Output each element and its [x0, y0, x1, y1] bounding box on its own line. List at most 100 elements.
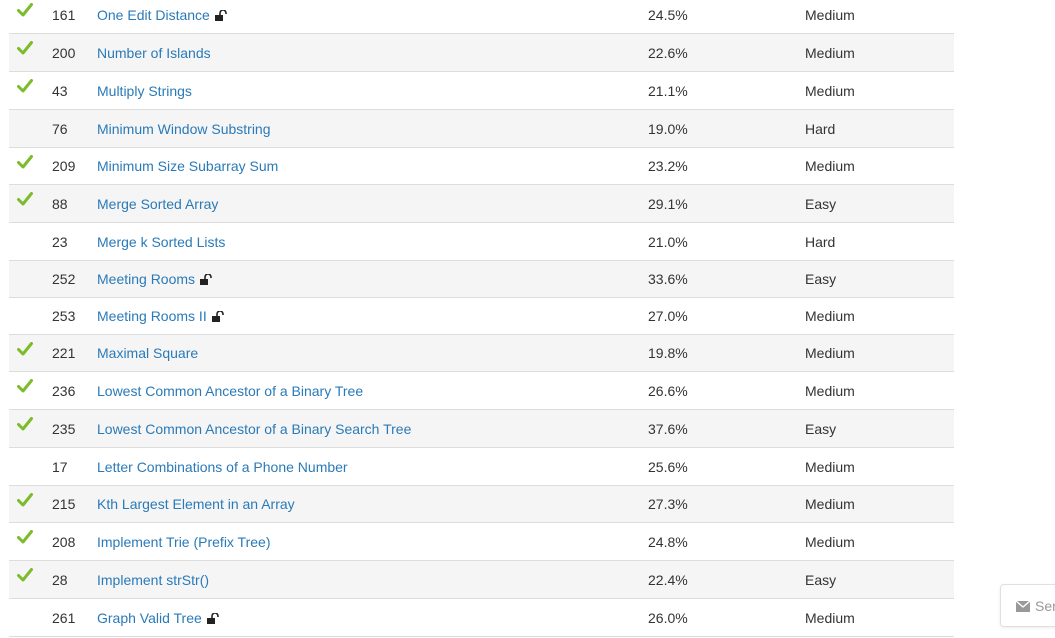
problem-title-text[interactable]: Letter Combinations of a Phone Number	[97, 459, 348, 475]
acceptance-rate: 29.1%	[648, 196, 688, 212]
problem-number: 221	[52, 345, 76, 361]
table-row: 261 Graph Valid Tree 26.0% Medium	[9, 599, 954, 637]
problem-number: 236	[52, 383, 76, 399]
problem-number: 200	[52, 45, 76, 61]
table-row: 43 Multiply Strings 21.1% Medium	[9, 72, 954, 110]
lock-icon	[214, 0, 227, 35]
problem-title-text[interactable]: One Edit Distance	[97, 7, 210, 23]
problem-title-link[interactable]: Lowest Common Ancestor of a Binary Tree	[97, 372, 363, 410]
problem-title-text[interactable]: Minimum Size Subarray Sum	[97, 158, 278, 174]
table-row: 88 Merge Sorted Array 29.1% Easy	[9, 185, 954, 223]
acceptance-rate: 22.6%	[648, 45, 688, 61]
problem-title-text[interactable]: Merge k Sorted Lists	[97, 234, 225, 250]
problem-title-text[interactable]: Meeting Rooms II	[97, 308, 207, 324]
table-row: 236 Lowest Common Ancestor of a Binary Tr…	[9, 372, 954, 410]
difficulty-label: Medium	[805, 496, 855, 512]
problem-number: 23	[52, 234, 68, 250]
problem-title-link[interactable]: Lowest Common Ancestor of a Binary Searc…	[97, 410, 411, 448]
feedback-tab[interactable]: Ser	[1000, 584, 1055, 627]
problem-title-link[interactable]: Kth Largest Element in an Array	[97, 486, 295, 523]
acceptance-rate: 19.0%	[648, 121, 688, 137]
problem-title-text[interactable]: Number of Islands	[97, 45, 211, 61]
problem-title-link[interactable]: Multiply Strings	[97, 72, 192, 110]
difficulty-label: Easy	[805, 271, 837, 287]
acceptance-rate: 27.3%	[648, 496, 688, 512]
acceptance-rate: 22.4%	[648, 572, 688, 588]
difficulty-label: Hard	[805, 234, 836, 250]
problem-title-link[interactable]: Minimum Size Subarray Sum	[97, 148, 278, 185]
table-row: 76 Minimum Window Substring 19.0% Hard	[9, 110, 954, 148]
envelope-icon	[1015, 599, 1031, 615]
acceptance-rate: 21.0%	[648, 234, 688, 250]
problem-number: 88	[52, 196, 68, 212]
difficulty-label: Easy	[805, 196, 837, 212]
lock-icon	[200, 262, 212, 299]
acceptance-rate: 24.5%	[648, 7, 688, 23]
problem-title-text[interactable]: Kth Largest Element in an Array	[97, 496, 295, 512]
problem-number: 161	[52, 7, 76, 23]
problem-title-link[interactable]: Merge k Sorted Lists	[97, 223, 225, 261]
problem-number: 235	[52, 421, 76, 437]
problem-title-text[interactable]: Lowest Common Ancestor of a Binary Tree	[97, 383, 363, 399]
problem-number: 261	[52, 610, 76, 626]
difficulty-label: Medium	[805, 308, 855, 324]
problem-title-link[interactable]: Letter Combinations of a Phone Number	[97, 448, 348, 486]
table-row: 253 Meeting Rooms II 27.0% Medium	[9, 298, 954, 335]
problem-title-link[interactable]: Maximal Square	[97, 335, 198, 372]
problem-title-text[interactable]: Meeting Rooms	[97, 271, 195, 287]
difficulty-label: Medium	[805, 459, 855, 475]
problem-number: 43	[52, 83, 68, 99]
problem-title-link[interactable]: Number of Islands	[97, 34, 211, 72]
table-row: 252 Meeting Rooms 33.6% Easy	[9, 261, 954, 298]
acceptance-rate: 24.8%	[648, 534, 688, 550]
problem-title-link[interactable]: Meeting Rooms II	[97, 298, 224, 336]
difficulty-label: Hard	[805, 121, 836, 137]
problem-title-text[interactable]: Minimum Window Substring	[97, 121, 271, 137]
problem-title-text[interactable]: Lowest Common Ancestor of a Binary Searc…	[97, 421, 411, 437]
problem-title-link[interactable]: Meeting Rooms	[97, 261, 212, 299]
lock-icon	[211, 299, 224, 336]
table-row: 161 One Edit Distance 24.5% Medium	[9, 0, 954, 34]
problem-table: 161 One Edit Distance 24.5% Medium 200 Number…	[9, 0, 954, 637]
problem-number: 28	[52, 572, 68, 588]
difficulty-label: Medium	[805, 45, 855, 61]
table-row: 221 Maximal Square 19.8% Medium	[9, 335, 954, 372]
acceptance-rate: 23.2%	[648, 158, 688, 174]
lock-icon	[206, 600, 219, 638]
problem-number: 17	[52, 459, 68, 475]
problem-title-link[interactable]: Minimum Window Substring	[97, 110, 271, 148]
problem-title-text[interactable]: Merge Sorted Array	[97, 196, 218, 212]
problem-number: 253	[52, 308, 76, 324]
table-row: 215 Kth Largest Element in an Array 27.3% M…	[9, 486, 954, 523]
table-row: 23 Merge k Sorted Lists 21.0% Hard	[9, 223, 954, 261]
difficulty-label: Easy	[805, 421, 837, 437]
acceptance-rate: 33.6%	[648, 271, 688, 287]
problem-number: 208	[52, 534, 76, 550]
problem-title-link[interactable]: Implement Trie (Prefix Tree)	[97, 523, 271, 561]
acceptance-rate: 26.6%	[648, 383, 688, 399]
problem-title-text[interactable]: Maximal Square	[97, 345, 198, 361]
acceptance-rate: 25.6%	[648, 459, 688, 475]
difficulty-label: Medium	[805, 158, 855, 174]
problem-title-link[interactable]: Graph Valid Tree	[97, 599, 219, 638]
problem-title-link[interactable]: Implement strStr()	[97, 561, 209, 599]
problem-number: 209	[52, 158, 76, 174]
problem-number: 215	[52, 496, 76, 512]
problem-title-link[interactable]: Merge Sorted Array	[97, 185, 218, 223]
problem-title-text[interactable]: Multiply Strings	[97, 83, 192, 99]
difficulty-label: Medium	[805, 534, 855, 550]
table-row: 200 Number of Islands 22.6% Medium	[9, 34, 954, 72]
problem-title-link[interactable]: One Edit Distance	[97, 0, 227, 35]
table-row: 209 Minimum Size Subarray Sum 23.2% Medium	[9, 148, 954, 185]
acceptance-rate: 21.1%	[648, 83, 688, 99]
problem-title-text[interactable]: Graph Valid Tree	[97, 610, 202, 626]
acceptance-rate: 19.8%	[648, 345, 688, 361]
problem-title-text[interactable]: Implement strStr()	[97, 572, 209, 588]
acceptance-rate: 27.0%	[648, 308, 688, 324]
feedback-label: Ser	[1035, 598, 1055, 614]
difficulty-label: Medium	[805, 83, 855, 99]
table-row: 235 Lowest Common Ancestor of a Binary Se…	[9, 410, 954, 448]
difficulty-label: Medium	[805, 7, 855, 23]
difficulty-label: Easy	[805, 572, 837, 588]
problem-title-text[interactable]: Implement Trie (Prefix Tree)	[97, 534, 271, 550]
